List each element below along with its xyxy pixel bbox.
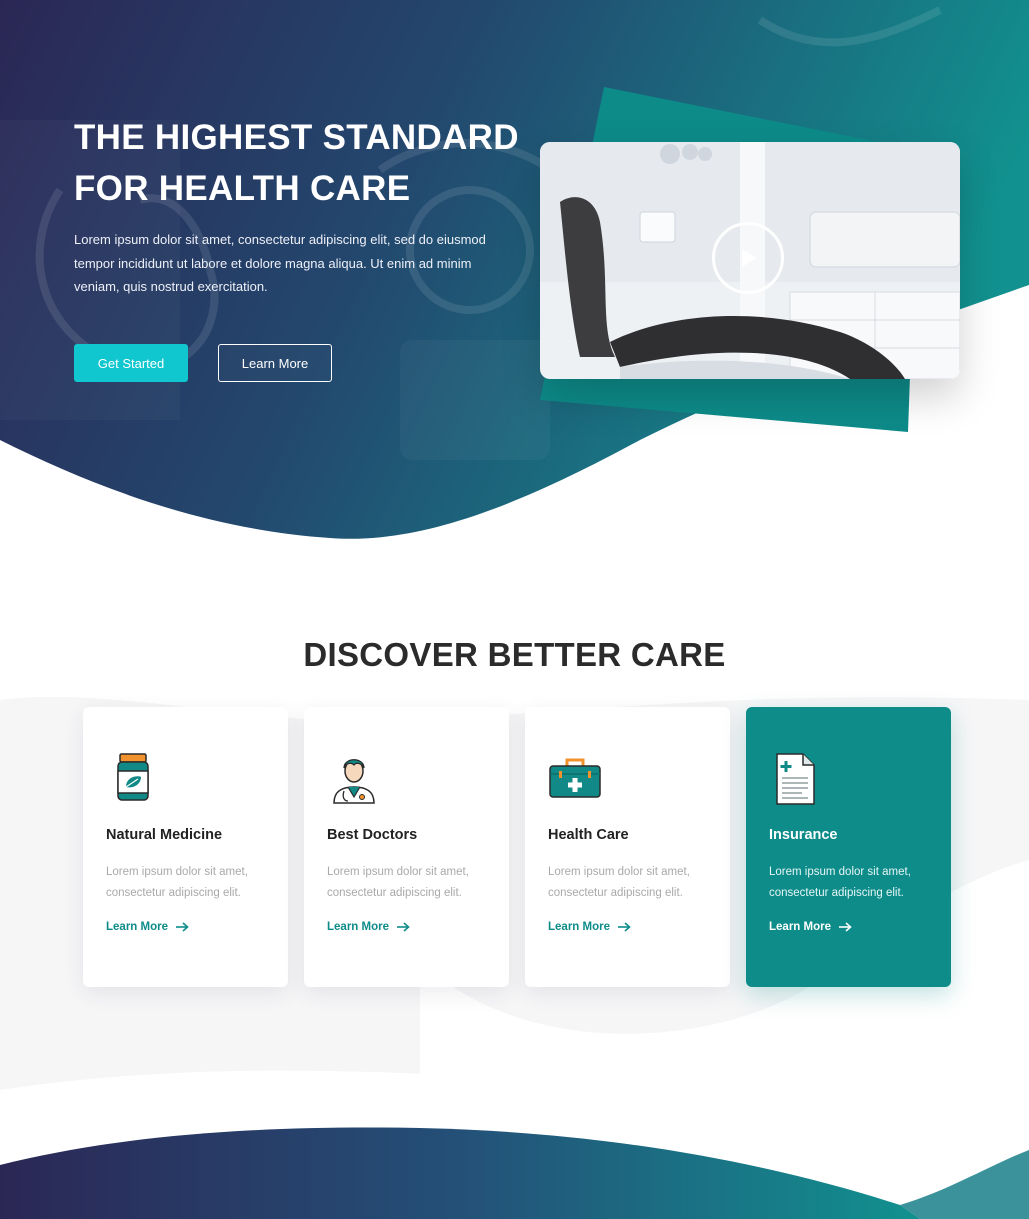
card-learn-more-link[interactable]: Learn More: [327, 921, 411, 933]
learn-more-button[interactable]: Learn More: [218, 344, 332, 382]
card-text: Lorem ipsum dolor sit amet, consectetur …: [106, 866, 248, 899]
play-icon: [742, 249, 757, 267]
medical-kit-icon: [549, 758, 601, 798]
arrow-right-icon: [397, 922, 410, 932]
feature-card-best-doctors[interactable]: Best Doctors Lorem ipsum dolor sit amet,…: [304, 707, 509, 987]
feature-card-natural-medicine[interactable]: Natural Medicine Lorem ipsum dolor sit a…: [83, 707, 288, 987]
medicine-bottle-icon: [117, 753, 149, 801]
section-title: DISCOVER BETTER CARE: [303, 636, 726, 673]
get-started-button[interactable]: Get Started: [74, 344, 188, 382]
play-button[interactable]: [712, 222, 784, 294]
hero-title-line1: THE HIGHEST STANDARD: [74, 118, 519, 157]
arrow-right-icon: [176, 922, 189, 932]
card-text: Lorem ipsum dolor sit amet, consectetur …: [327, 866, 469, 899]
card-link-label: Learn More: [327, 921, 389, 933]
arrow-right-icon: [839, 922, 852, 932]
card-text: Lorem ipsum dolor sit amet, consectetur …: [548, 866, 690, 899]
card-title: Natural Medicine: [106, 827, 223, 843]
card-learn-more-link[interactable]: Learn More: [106, 921, 190, 933]
hero-title: THE HIGHEST STANDARD FOR HEALTH CARE: [74, 112, 544, 214]
card-learn-more-link[interactable]: Learn More: [548, 921, 632, 933]
arrow-right-icon: [618, 922, 631, 932]
card-link-label: Learn More: [548, 921, 610, 933]
doctor-icon: [333, 759, 375, 804]
card-text: Lorem ipsum dolor sit amet, consectetur …: [769, 866, 911, 899]
feature-card-health-care[interactable]: Health Care Lorem ipsum dolor sit amet, …: [525, 707, 730, 987]
hero-title-line2: FOR HEALTH CARE: [74, 169, 411, 208]
card-title: Health Care: [548, 827, 629, 843]
hero-section: THE HIGHEST STANDARD FOR HEALTH CARE Lor…: [0, 0, 1029, 545]
video-thumbnail[interactable]: [540, 142, 960, 379]
document-icon: [776, 753, 815, 805]
hero-description: Lorem ipsum dolor sit amet, consectetur …: [74, 232, 486, 294]
footer-wave: [0, 1127, 1029, 1219]
card-learn-more-link[interactable]: Learn More: [769, 921, 853, 933]
card-link-label: Learn More: [769, 921, 831, 933]
card-title: Insurance: [769, 827, 838, 843]
card-title: Best Doctors: [327, 827, 418, 843]
card-link-label: Learn More: [106, 921, 168, 933]
feature-card-insurance[interactable]: Insurance Lorem ipsum dolor sit amet, co…: [746, 707, 951, 987]
